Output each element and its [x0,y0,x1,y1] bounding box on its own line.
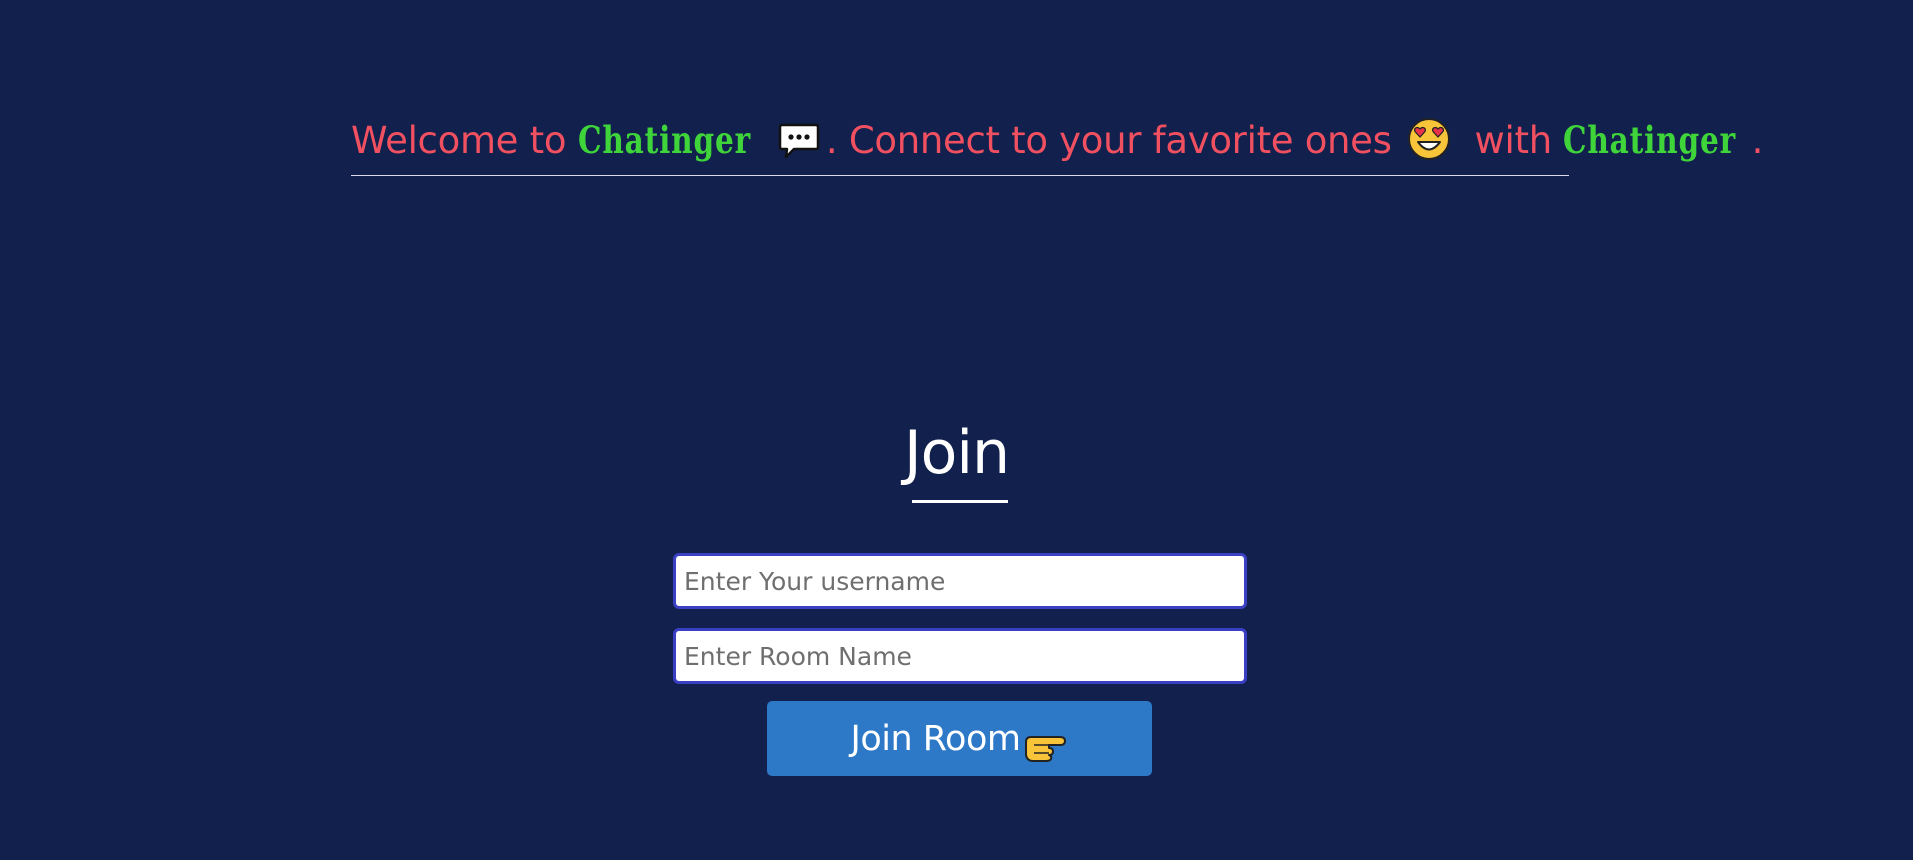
speech-balloon-icon [778,120,820,158]
with-text: with [1463,119,1564,162]
join-heading-underline [912,500,1008,503]
room-name-input[interactable] [673,628,1247,684]
join-heading: Join [903,418,1010,488]
end-period: . [1751,119,1764,162]
join-room-button[interactable]: Join Room [767,701,1152,776]
welcome-banner: Welcome to Chatinger . Connect to your fa… [351,112,1763,176]
welcome-prefix: Welcome to [351,119,578,162]
username-input[interactable] [673,553,1247,609]
connect-text: . Connect to your favorite ones [825,119,1404,162]
brand-name-2: Chatinger [1563,118,1737,162]
join-room-button-label: Join Room [850,718,1021,759]
brand-name: Chatinger [577,118,751,162]
pointing-right-hand-icon [1022,728,1068,762]
heart-eyes-face-icon [1407,117,1451,161]
